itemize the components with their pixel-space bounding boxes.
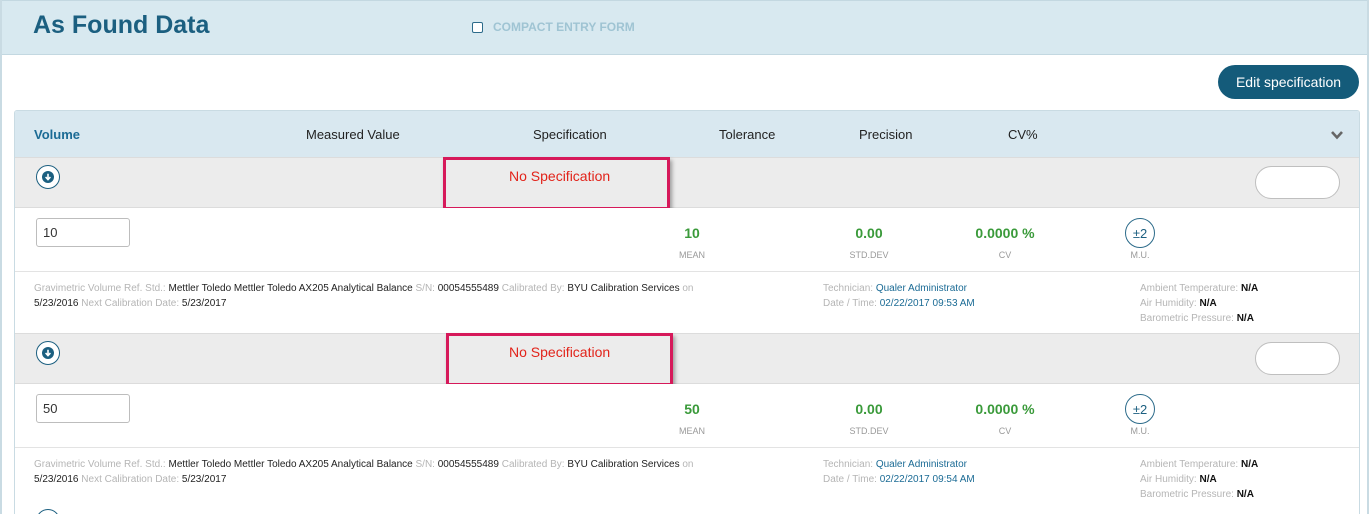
std-dev-stat: 0.00 STD.DEV bbox=[824, 401, 914, 436]
mu-label: M.U. bbox=[1130, 426, 1150, 436]
page-title: As Found Data bbox=[33, 11, 210, 39]
ref-std-label: Gravimetric Volume Ref. Std.: bbox=[34, 283, 166, 294]
as-found-panel: Volume Measured Value Specification Tole… bbox=[14, 110, 1360, 514]
measured-value-input[interactable]: 50 bbox=[36, 394, 130, 423]
compact-entry-toggle[interactable]: COMPACT ENTRY FORM bbox=[472, 20, 635, 34]
std-dev-stat: 0.00 STD.DEV bbox=[824, 225, 914, 260]
next-calibration-date: 5/23/2017 bbox=[181, 474, 227, 485]
column-cv: CV% bbox=[1008, 127, 1038, 142]
on-label: on bbox=[682, 283, 694, 294]
mean-value: 10 bbox=[684, 225, 700, 241]
sn-value: 00054555489 bbox=[437, 283, 499, 294]
date-time-value: 02/22/2017 09:54 AM bbox=[879, 474, 975, 485]
column-header: Volume Measured Value Specification Tole… bbox=[15, 111, 1359, 158]
compact-entry-label: COMPACT ENTRY FORM bbox=[493, 20, 635, 34]
barometric-pressure-value: N/A bbox=[1236, 313, 1254, 324]
date-time-value: 02/22/2017 09:53 AM bbox=[879, 298, 975, 309]
mean-stat: 10 MEAN bbox=[647, 225, 737, 260]
ambient-temp-value: N/A bbox=[1240, 283, 1259, 294]
cv-value: 0.0000 % bbox=[975, 401, 1035, 417]
status-pill[interactable] bbox=[1255, 166, 1340, 199]
column-volume: Volume bbox=[34, 127, 80, 142]
download-icon[interactable] bbox=[36, 165, 60, 189]
technician-value: Qualer Administrator bbox=[875, 459, 967, 470]
ambient-temp-label: Ambient Temperature: bbox=[1140, 283, 1239, 294]
download-icon[interactable] bbox=[36, 509, 60, 514]
calibration-date: 5/23/2016 bbox=[34, 298, 79, 309]
measured-value-input[interactable]: 10 bbox=[36, 218, 130, 247]
status-pill[interactable] bbox=[1255, 342, 1340, 375]
air-humidity-value: N/A bbox=[1199, 474, 1217, 485]
mean-label: MEAN bbox=[678, 250, 705, 260]
air-humidity-value: N/A bbox=[1199, 298, 1217, 309]
date-time-label: Date / Time: bbox=[823, 474, 877, 485]
cv-label: CV bbox=[998, 250, 1012, 260]
reference-standard-info: Gravimetric Volume Ref. Std.: Mettler To… bbox=[34, 457, 794, 487]
column-precision: Precision bbox=[859, 127, 913, 142]
ambient-temp-label: Ambient Temperature: bbox=[1140, 459, 1239, 470]
edit-specification-button[interactable]: Edit specification bbox=[1218, 65, 1359, 99]
calibration-info-row: Gravimetric Volume Ref. Std.: Mettler To… bbox=[15, 271, 1359, 333]
sn-value: 00054555489 bbox=[437, 459, 499, 470]
barometric-pressure-label: Barometric Pressure: bbox=[1140, 313, 1234, 324]
std-dev-value: 0.00 bbox=[855, 401, 883, 417]
ambient-temp-value: N/A bbox=[1240, 459, 1259, 470]
mean-value: 50 bbox=[684, 401, 700, 417]
mean-stat: 50 MEAN bbox=[647, 401, 737, 436]
page: As Found Data COMPACT ENTRY FORM Edit sp… bbox=[0, 0, 1369, 514]
date-time-label: Date / Time: bbox=[823, 298, 877, 309]
air-humidity-label: Air Humidity: bbox=[1140, 298, 1197, 309]
mean-label: MEAN bbox=[678, 426, 705, 436]
measurement-uncertainty-icon[interactable]: ±2 bbox=[1125, 218, 1155, 248]
technician-label: Technician: bbox=[823, 283, 874, 294]
next-calibration-label: Next Calibration Date: bbox=[81, 474, 180, 485]
sn-label: S/N: bbox=[415, 459, 435, 470]
checkbox-icon[interactable] bbox=[472, 21, 483, 33]
std-dev-label: STD.DEV bbox=[849, 250, 889, 260]
technician-info: Technician: Qualer Administrator Date / … bbox=[823, 457, 1103, 487]
measurement-header-row bbox=[15, 157, 1359, 208]
next-calibration-label: Next Calibration Date: bbox=[81, 298, 180, 309]
specification-text: No Specification bbox=[509, 168, 611, 184]
calibrated-by-label: Calibrated By: bbox=[501, 283, 565, 294]
chevron-down-icon[interactable] bbox=[1331, 129, 1343, 141]
cv-stat: 0.0000 % CV bbox=[960, 225, 1050, 260]
ref-std-label: Gravimetric Volume Ref. Std.: bbox=[34, 459, 166, 470]
calibrated-by-value: BYU Calibration Services bbox=[567, 459, 680, 470]
std-dev-value: 0.00 bbox=[855, 225, 883, 241]
measurement-header-row bbox=[15, 333, 1359, 384]
calibration-date: 5/23/2016 bbox=[34, 474, 79, 485]
specification-text: No Specification bbox=[509, 344, 611, 360]
ref-std-value: Mettler Toledo Mettler Toledo AX205 Anal… bbox=[168, 459, 413, 470]
barometric-pressure-value: N/A bbox=[1236, 489, 1254, 500]
measurement-values-row: 10 10 MEAN 0.00 STD.DEV 0.0000 % CV ±2 M… bbox=[15, 208, 1359, 271]
column-tolerance: Tolerance bbox=[719, 127, 776, 142]
technician-value: Qualer Administrator bbox=[875, 283, 967, 294]
barometric-pressure-label: Barometric Pressure: bbox=[1140, 489, 1234, 500]
cv-label: CV bbox=[998, 426, 1012, 436]
section-header: As Found Data COMPACT ENTRY FORM bbox=[2, 0, 1367, 55]
ref-std-value: Mettler Toledo Mettler Toledo AX205 Anal… bbox=[168, 283, 413, 294]
download-icon[interactable] bbox=[36, 341, 60, 365]
cv-value: 0.0000 % bbox=[975, 225, 1035, 241]
measurement-values-row: 50 50 MEAN 0.00 STD.DEV 0.0000 % CV ±2 M… bbox=[15, 384, 1359, 447]
next-calibration-date: 5/23/2017 bbox=[181, 298, 227, 309]
calibrated-by-label: Calibrated By: bbox=[501, 459, 565, 470]
calibration-info-row: Gravimetric Volume Ref. Std.: Mettler To… bbox=[15, 447, 1359, 509]
technician-info: Technician: Qualer Administrator Date / … bbox=[823, 281, 1103, 311]
column-measured-value: Measured Value bbox=[306, 127, 400, 142]
cv-stat: 0.0000 % CV bbox=[960, 401, 1050, 436]
sn-label: S/N: bbox=[415, 283, 435, 294]
calibrated-by-value: BYU Calibration Services bbox=[567, 283, 680, 294]
mu-label: M.U. bbox=[1130, 250, 1150, 260]
measurement-uncertainty-icon[interactable]: ±2 bbox=[1125, 394, 1155, 424]
reference-standard-info: Gravimetric Volume Ref. Std.: Mettler To… bbox=[34, 281, 794, 311]
column-specification: Specification bbox=[533, 127, 607, 142]
environment-info: Ambient Temperature: N/A Air Humidity: N… bbox=[1140, 457, 1359, 502]
air-humidity-label: Air Humidity: bbox=[1140, 474, 1197, 485]
environment-info: Ambient Temperature: N/A Air Humidity: N… bbox=[1140, 281, 1359, 326]
on-label: on bbox=[682, 459, 694, 470]
std-dev-label: STD.DEV bbox=[849, 426, 889, 436]
technician-label: Technician: bbox=[823, 459, 874, 470]
